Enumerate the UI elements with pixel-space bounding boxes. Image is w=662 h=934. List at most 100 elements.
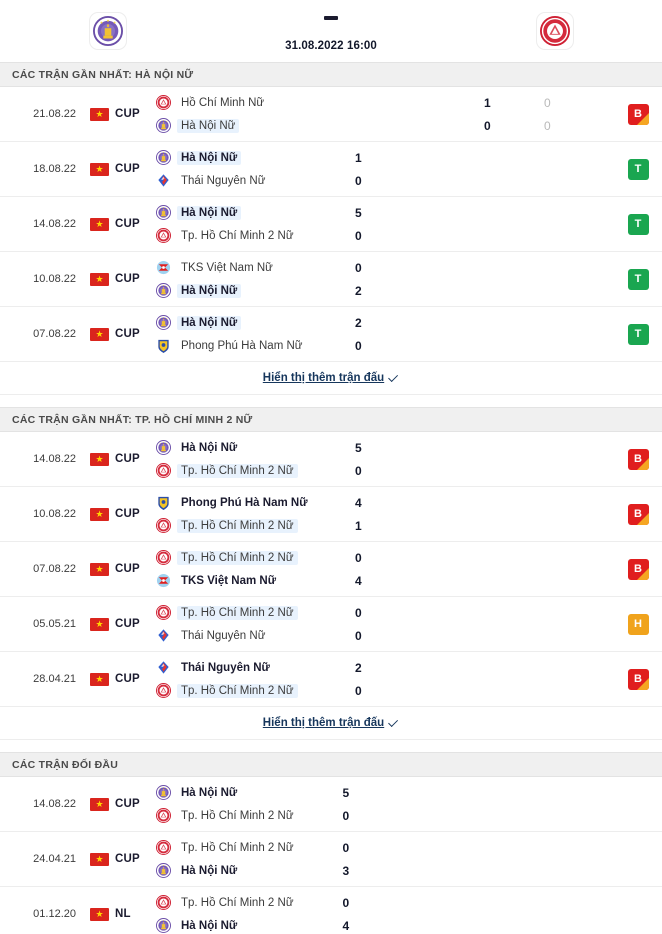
home-team-name[interactable]: Tp. Hồ Chí Minh 2 Nữ xyxy=(177,841,298,855)
home-team-name[interactable]: Thái Nguyên Nữ xyxy=(177,661,274,675)
competition-cell[interactable]: ★ CUP xyxy=(82,197,156,251)
competition-cell[interactable]: ★ CUP xyxy=(82,432,156,486)
away-team-line[interactable]: Hà Nội Nữ xyxy=(156,282,355,299)
competition-label: CUP xyxy=(115,798,140,810)
away-team-name[interactable]: Hà Nội Nữ xyxy=(177,919,241,933)
away-team-name[interactable]: Phong Phú Hà Nam Nữ xyxy=(177,339,306,353)
away-team-line[interactable]: Thái Nguyên Nữ xyxy=(156,172,355,189)
home-team-line[interactable]: Tp. Hồ Chí Minh 2 Nữ xyxy=(156,604,355,621)
competition-cell[interactable]: ★ CUP xyxy=(82,307,156,361)
competition-cell[interactable]: ★ CUP xyxy=(82,252,156,306)
competition-cell[interactable]: ★ CUP xyxy=(82,87,156,141)
table-row[interactable]: 10.08.22 ★ CUP Phong Phú Hà Nam Nữ Tp. H… xyxy=(0,487,662,542)
home-team-line[interactable]: Tp. Hồ Chí Minh 2 Nữ xyxy=(156,894,343,911)
away-team-name[interactable]: Tp. Hồ Chí Minh 2 Nữ xyxy=(177,809,298,823)
away-team-name[interactable]: Hà Nội Nữ xyxy=(177,283,242,298)
table-row[interactable]: 24.04.21 ★ CUP Tp. Hồ Chí Minh 2 Nữ Hà N… xyxy=(0,832,662,887)
home-team-name[interactable]: Hà Nội Nữ xyxy=(177,315,242,330)
away-team-line[interactable]: Tp. Hồ Chí Minh 2 Nữ xyxy=(156,227,355,244)
away-team-name[interactable]: Tp. Hồ Chí Minh 2 Nữ xyxy=(177,518,298,533)
home-team-name[interactable]: Tp. Hồ Chí Minh 2 Nữ xyxy=(177,896,298,910)
result-badge-cell: B xyxy=(614,432,662,486)
away-team-line[interactable]: Phong Phú Hà Nam Nữ xyxy=(156,337,355,354)
home-team-name[interactable]: Hà Nội Nữ xyxy=(177,786,241,800)
score-spacer xyxy=(428,832,615,886)
competition-cell[interactable]: ★ NL xyxy=(82,887,156,934)
home-team-name[interactable]: Hà Nội Nữ xyxy=(177,205,242,220)
away-team-line[interactable]: Tp. Hồ Chí Minh 2 Nữ xyxy=(156,517,355,534)
competition-cell[interactable]: ★ CUP xyxy=(82,652,156,706)
match-date: 10.08.22 xyxy=(33,273,76,285)
table-row[interactable]: 18.08.22 ★ CUP Hà Nội Nữ Thái Nguyên Nữ … xyxy=(0,142,662,197)
away-team-name[interactable]: Thái Nguyên Nữ xyxy=(177,174,269,188)
home-team-name[interactable]: Hà Nội Nữ xyxy=(177,441,241,455)
home-team-name[interactable]: Tp. Hồ Chí Minh 2 Nữ xyxy=(177,605,298,620)
table-row[interactable]: 07.08.22 ★ CUP Hà Nội Nữ Phong Phú Hà Na… xyxy=(0,307,662,362)
competition-cell[interactable]: ★ CUP xyxy=(82,597,156,651)
away-team-line[interactable]: Hà Nội Nữ xyxy=(156,862,343,879)
away-team-name[interactable]: Hà Nội Nữ xyxy=(177,118,240,133)
away-team-line[interactable]: Tp. Hồ Chí Minh 2 Nữ xyxy=(156,807,343,824)
home-team-line[interactable]: Tp. Hồ Chí Minh 2 Nữ xyxy=(156,549,355,566)
home-team-name[interactable]: Phong Phú Hà Nam Nữ xyxy=(177,496,312,510)
away-team-line[interactable]: Tp. Hồ Chí Minh 2 Nữ xyxy=(156,682,355,699)
competition-cell[interactable]: ★ CUP xyxy=(82,542,156,596)
home-team-line[interactable]: Hồ Chí Minh Nữ xyxy=(156,94,484,111)
away-team-line[interactable]: Hà Nội Nữ xyxy=(156,117,484,134)
away-team-header[interactable] xyxy=(447,6,662,50)
home-team-line[interactable]: Phong Phú Hà Nam Nữ xyxy=(156,494,355,511)
table-row[interactable]: 07.08.22 ★ CUP Tp. Hồ Chí Minh 2 Nữ TKS … xyxy=(0,542,662,597)
table-row[interactable]: 05.05.21 ★ CUP Tp. Hồ Chí Minh 2 Nữ Thái… xyxy=(0,597,662,652)
show-more-row-recent-hanoi[interactable]: Hiển thị thêm trận đấu xyxy=(0,362,662,395)
home-team-line[interactable]: Tp. Hồ Chí Minh 2 Nữ xyxy=(156,839,343,856)
competition-cell[interactable]: ★ CUP xyxy=(82,832,156,886)
table-row[interactable]: 01.12.20 ★ NL Tp. Hồ Chí Minh 2 Nữ Hà Nộ… xyxy=(0,887,662,934)
away-team-line[interactable]: Tp. Hồ Chí Minh 2 Nữ xyxy=(156,462,355,479)
home-team-name[interactable]: Tp. Hồ Chí Minh 2 Nữ xyxy=(177,550,298,565)
home-team-line[interactable]: Thái Nguyên Nữ xyxy=(156,659,355,676)
table-row[interactable]: 14.08.22 ★ CUP Hà Nội Nữ Tp. Hồ Chí Minh… xyxy=(0,197,662,252)
match-datetime: 31.08.2022 16:00 xyxy=(285,40,377,52)
competition-cell[interactable]: ★ CUP xyxy=(82,487,156,541)
away-team-line[interactable]: Thái Nguyên Nữ xyxy=(156,627,355,644)
away-team-name[interactable]: Tp. Hồ Chí Minh 2 Nữ xyxy=(177,463,298,478)
home-team-line[interactable]: Hà Nội Nữ xyxy=(156,149,355,166)
show-more-matches-link[interactable]: Hiển thị thêm trận đấu xyxy=(263,717,384,729)
away-team-name[interactable]: Tp. Hồ Chí Minh 2 Nữ xyxy=(177,229,298,243)
table-row[interactable]: 10.08.22 ★ CUP TKS Việt Nam Nữ Hà Nội Nữ… xyxy=(0,252,662,307)
home-team-name[interactable]: Hà Nội Nữ xyxy=(177,150,242,165)
home-team-line[interactable]: Hà Nội Nữ xyxy=(156,439,355,456)
home-team-line[interactable]: Hà Nội Nữ xyxy=(156,314,355,331)
show-more-row-recent-hcmc2[interactable]: Hiển thị thêm trận đấu xyxy=(0,707,662,740)
table-row[interactable]: 21.08.22 ★ CUP Hồ Chí Minh Nữ Hà Nội Nữ … xyxy=(0,87,662,142)
away-team-logo[interactable] xyxy=(535,12,574,50)
table-row[interactable]: 14.08.22 ★ CUP Hà Nội Nữ Tp. Hồ Chí Minh… xyxy=(0,432,662,487)
home-team-header[interactable] xyxy=(0,6,215,50)
home-team-name[interactable]: TKS Việt Nam Nữ xyxy=(177,261,277,275)
table-row[interactable]: 28.04.21 ★ CUP Thái Nguyên Nữ Tp. Hồ Chí… xyxy=(0,652,662,707)
section-gap xyxy=(0,395,662,407)
chevron-down-icon[interactable] xyxy=(388,716,399,727)
table-row[interactable]: 14.08.22 ★ CUP Hà Nội Nữ Tp. Hồ Chí Minh… xyxy=(0,777,662,832)
away-team-name[interactable]: Tp. Hồ Chí Minh 2 Nữ xyxy=(177,683,298,698)
home-team-line[interactable]: TKS Việt Nam Nữ xyxy=(156,259,355,276)
away-score: 0 xyxy=(342,808,350,823)
away-team-name[interactable]: Thái Nguyên Nữ xyxy=(177,629,269,643)
away-team-line[interactable]: Hà Nội Nữ xyxy=(156,917,343,934)
home-team-name[interactable]: Hồ Chí Minh Nữ xyxy=(177,96,268,110)
hcmc-crest-icon xyxy=(156,895,171,910)
home-team-line[interactable]: Hà Nội Nữ xyxy=(156,784,343,801)
away-team-name[interactable]: TKS Việt Nam Nữ xyxy=(177,574,280,588)
away-team-line[interactable]: TKS Việt Nam Nữ xyxy=(156,572,355,589)
home-score: 5 xyxy=(355,205,362,220)
show-more-matches-link[interactable]: Hiển thị thêm trận đấu xyxy=(263,372,384,384)
home-team-logo[interactable] xyxy=(88,12,127,50)
chevron-down-icon[interactable] xyxy=(388,371,399,382)
result-badge-cell: B xyxy=(614,87,662,141)
competition-cell[interactable]: ★ CUP xyxy=(82,777,156,831)
away-team-name[interactable]: Hà Nội Nữ xyxy=(177,864,241,878)
match-date: 24.04.21 xyxy=(33,853,76,865)
competition-cell[interactable]: ★ CUP xyxy=(82,142,156,196)
home-team-line[interactable]: Hà Nội Nữ xyxy=(156,204,355,221)
status-badge: H xyxy=(627,613,649,635)
